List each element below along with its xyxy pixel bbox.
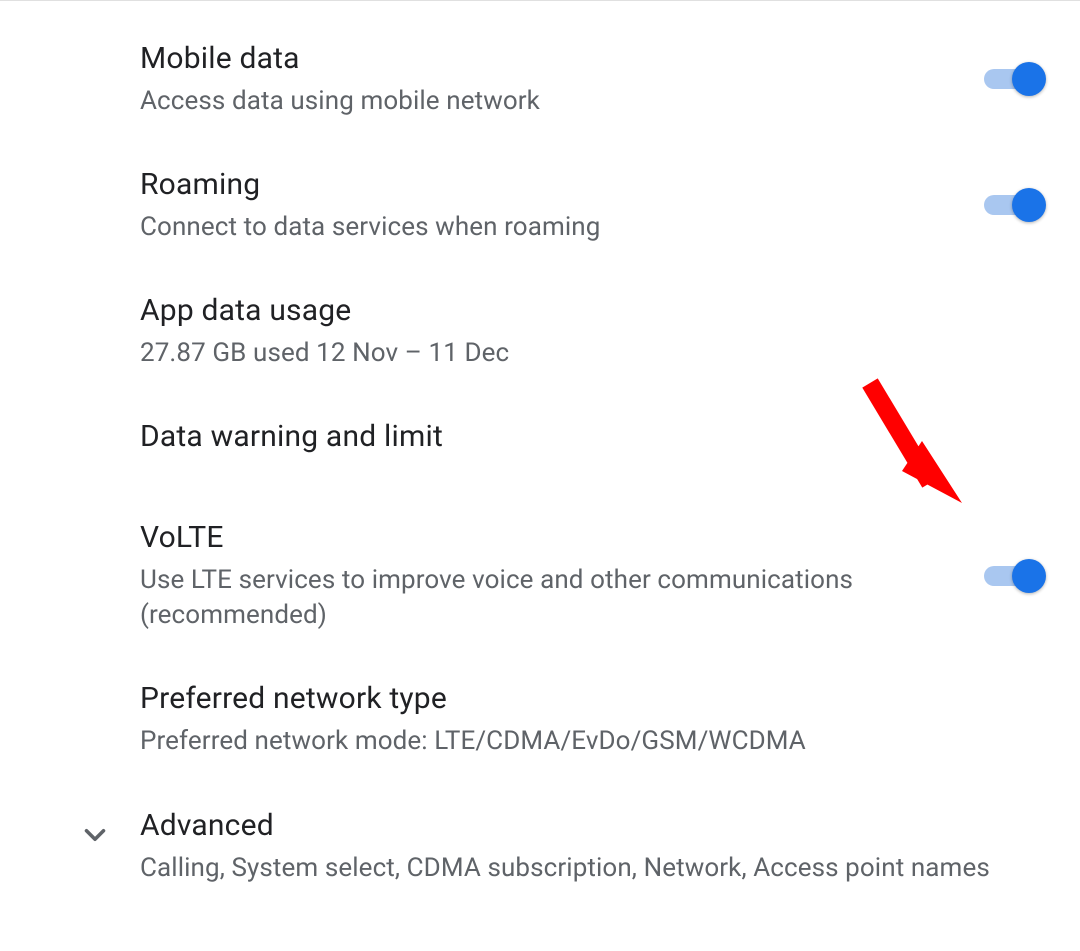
settings-list: Mobile data Access data using mobile net…	[0, 21, 1080, 914]
setting-title: Preferred network type	[140, 679, 1020, 718]
mobile-data-toggle[interactable]	[984, 67, 1040, 91]
volte-toggle[interactable]	[984, 564, 1040, 588]
setting-title: Mobile data	[140, 39, 964, 78]
setting-text: App data usage 27.87 GB used 12 Nov – 11…	[140, 291, 1040, 371]
setting-text: Roaming Connect to data services when ro…	[140, 165, 984, 245]
setting-row-volte[interactable]: VoLTE Use LTE services to improve voice …	[140, 500, 1040, 661]
setting-subtitle: Connect to data services when roaming	[140, 210, 964, 245]
setting-row-mobile-data[interactable]: Mobile data Access data using mobile net…	[140, 21, 1040, 147]
setting-title: VoLTE	[140, 518, 964, 557]
setting-title: Data warning and limit	[140, 417, 1020, 456]
setting-text: Advanced Calling, System select, CDMA su…	[140, 806, 1040, 886]
setting-subtitle: Calling, System select, CDMA subscriptio…	[140, 851, 1020, 886]
setting-subtitle: 27.87 GB used 12 Nov – 11 Dec	[140, 336, 1020, 371]
toggle-thumb	[1012, 188, 1046, 222]
setting-text: Preferred network type Preferred network…	[140, 679, 1040, 759]
setting-row-advanced[interactable]: Advanced Calling, System select, CDMA su…	[40, 788, 1040, 914]
setting-title: App data usage	[140, 291, 1020, 330]
setting-text: Mobile data Access data using mobile net…	[140, 39, 984, 119]
setting-subtitle: Use LTE services to improve voice and ot…	[140, 563, 964, 633]
roaming-toggle[interactable]	[984, 193, 1040, 217]
chevron-down-icon	[40, 806, 140, 852]
toggle-thumb	[1012, 62, 1046, 96]
setting-title: Roaming	[140, 165, 964, 204]
setting-subtitle: Preferred network mode: LTE/CDMA/EvDo/GS…	[140, 724, 1020, 759]
setting-row-preferred-network-type[interactable]: Preferred network type Preferred network…	[140, 661, 1040, 787]
setting-row-roaming[interactable]: Roaming Connect to data services when ro…	[140, 147, 1040, 273]
setting-row-data-warning-limit[interactable]: Data warning and limit	[140, 399, 1040, 500]
toggle-thumb	[1012, 559, 1046, 593]
setting-text: Data warning and limit	[140, 417, 1040, 456]
setting-row-app-data-usage[interactable]: App data usage 27.87 GB used 12 Nov – 11…	[140, 273, 1040, 399]
setting-title: Advanced	[140, 806, 1020, 845]
setting-subtitle: Access data using mobile network	[140, 84, 964, 119]
setting-text: VoLTE Use LTE services to improve voice …	[140, 518, 984, 633]
